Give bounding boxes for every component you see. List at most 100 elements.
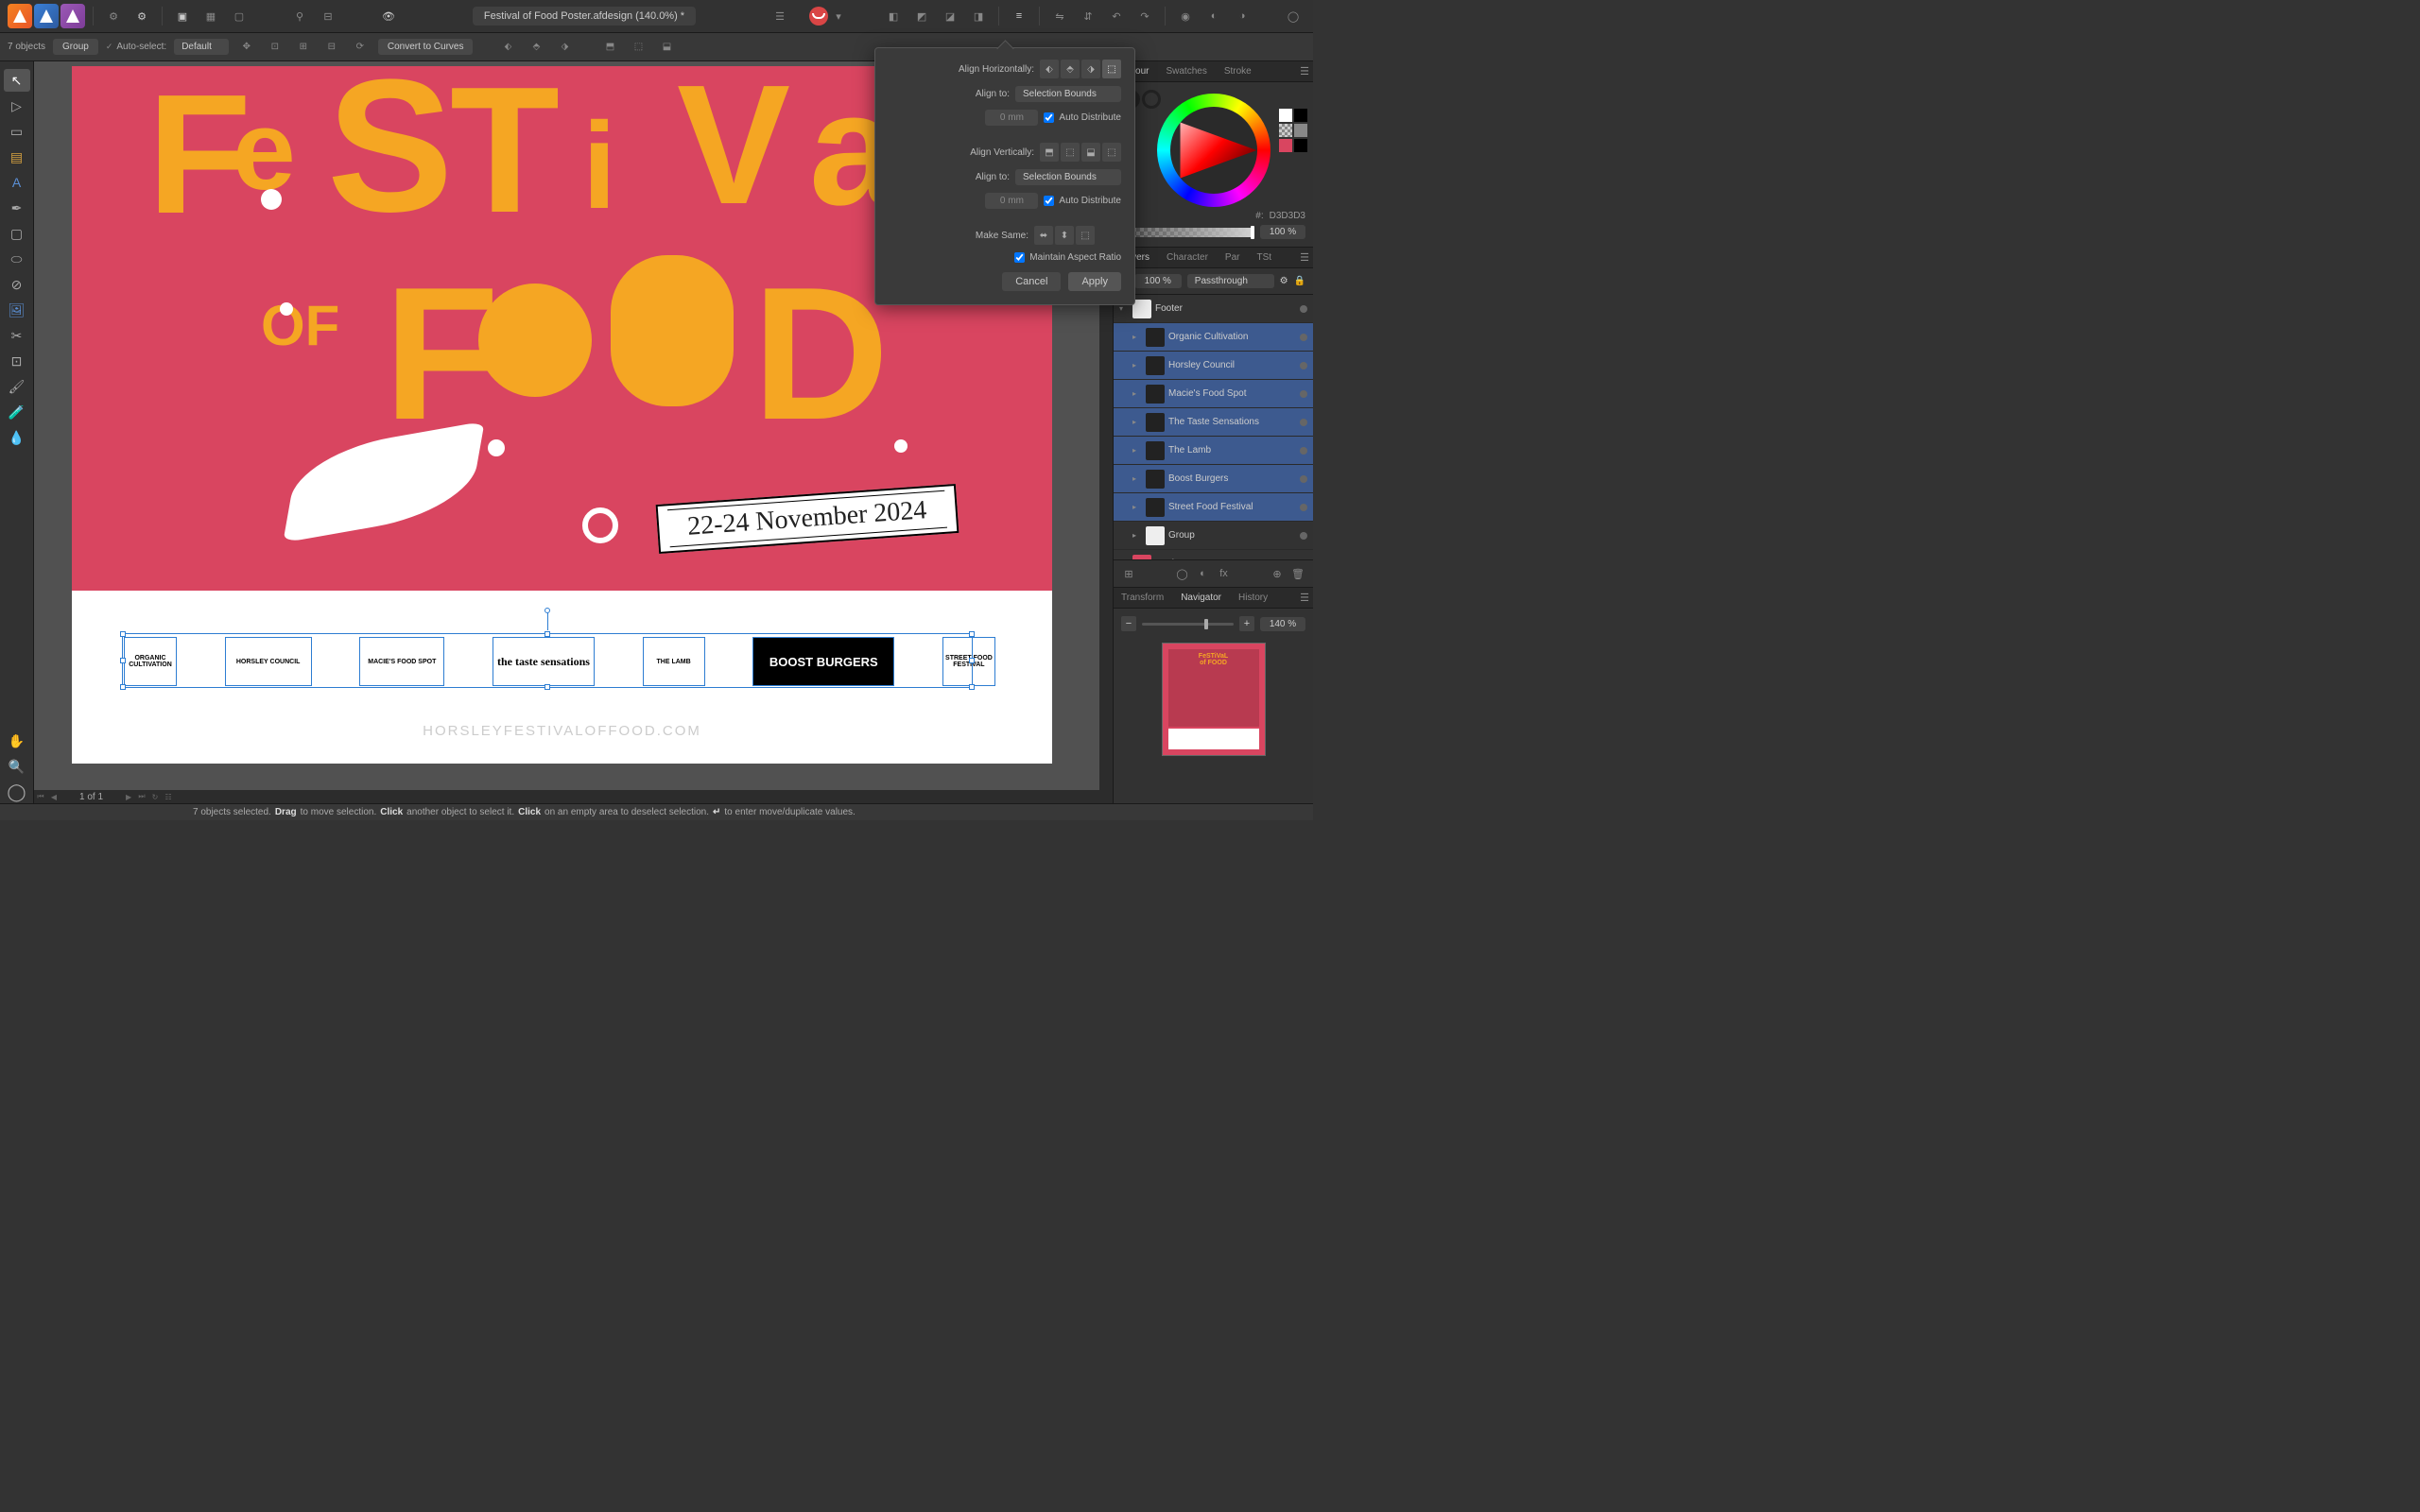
opacity-value[interactable]: 100 % (1260, 225, 1305, 239)
guides-icon[interactable]: ▢ (227, 4, 251, 28)
zoom-slider[interactable] (1142, 623, 1234, 626)
layer-row[interactable]: ▾Design (1114, 550, 1313, 559)
zoom-value[interactable]: 140 % (1260, 617, 1305, 631)
layer-row[interactable]: ▾Footer (1114, 295, 1313, 323)
panel-menu-icon[interactable]: ☰ (1300, 65, 1309, 77)
corner-tool[interactable]: ▤ (4, 146, 30, 168)
layer-visibility-icon[interactable] (1300, 390, 1307, 398)
align-top-icon[interactable]: ⬒ (1040, 143, 1059, 162)
arrange-front-icon[interactable]: ◨ (966, 4, 991, 28)
dropdown-icon[interactable]: ▾ (832, 4, 845, 28)
apply-button[interactable]: Apply (1068, 272, 1121, 291)
group-button[interactable]: Group (53, 39, 98, 55)
layer-visibility-icon[interactable] (1300, 504, 1307, 511)
tab-paragraph[interactable]: Par (1221, 250, 1244, 265)
style-select[interactable]: Default (174, 39, 229, 55)
record-icon[interactable] (809, 7, 828, 26)
swatch-tool[interactable]: ◯ (4, 781, 30, 803)
canvas-horizontal-scrollbar[interactable]: ⏮ ◀ 1 of 1 ▶ ⏭ ↻ ☷ (34, 790, 1113, 803)
logo-horsley[interactable]: HORSLEY COUNCIL (225, 637, 312, 686)
opacity-slider[interactable] (1121, 228, 1254, 237)
same-size-icon[interactable]: ⬚ (1076, 226, 1095, 245)
delete-layer-icon[interactable]: 🗑 (1290, 566, 1305, 581)
align-to-select[interactable]: Selection Bounds (1015, 86, 1121, 102)
panel-menu-icon[interactable]: ☰ (1300, 592, 1309, 604)
auto-distribute-h-checkbox[interactable]: Auto Distribute (1044, 112, 1121, 123)
convert-curves-button[interactable]: Convert to Curves (378, 39, 474, 55)
boolean-subtract-icon[interactable]: ◐ (1201, 4, 1226, 28)
tab-text-styles[interactable]: TSt (1253, 250, 1275, 265)
layer-row[interactable]: ▸Organic Cultivation (1114, 323, 1313, 352)
layer-row[interactable]: ▸Boost Burgers (1114, 465, 1313, 493)
layer-visibility-icon[interactable] (1300, 419, 1307, 426)
logo-organic[interactable]: ORGANIC CULTIVATION (124, 637, 177, 686)
panel-menu-icon[interactable]: ☰ (1300, 251, 1309, 264)
add-layer-icon[interactable]: ⊕ (1270, 566, 1285, 581)
designer-persona-icon[interactable] (8, 4, 32, 28)
layer-expand-icon[interactable]: ▸ (1132, 418, 1142, 426)
same-height-icon[interactable]: ⬍ (1055, 226, 1074, 245)
layer-expand-icon[interactable]: ▸ (1132, 389, 1142, 398)
align-icon[interactable]: ≡ (1007, 4, 1031, 28)
anchor-icon[interactable]: ⚲ (287, 4, 312, 28)
scroll-prev-icon[interactable]: ◀ (47, 790, 60, 803)
arrange-backward-icon[interactable]: ◩ (909, 4, 934, 28)
align-to-v-select[interactable]: Selection Bounds (1015, 169, 1121, 185)
swatch-grey[interactable] (1294, 124, 1307, 137)
colour-picker-tool[interactable]: 💧 (4, 426, 30, 449)
swatch-accent1[interactable] (1279, 139, 1292, 152)
layer-lock-icon[interactable]: 🔒 (1294, 276, 1305, 286)
shape-tool[interactable]: ⊘ (4, 273, 30, 296)
grid-icon[interactable]: ▦ (199, 4, 223, 28)
align-top-icon[interactable]: ⬒ (599, 37, 620, 58)
mask-layer-icon[interactable]: ◯ (1175, 566, 1190, 581)
swatch-accent2[interactable] (1294, 139, 1307, 152)
snapping-icon[interactable]: ▣ (170, 4, 195, 28)
hide-selection-icon[interactable]: ⊞ (293, 37, 314, 58)
navigator-preview[interactable]: FeSTiVaLof FOOD (1162, 643, 1266, 756)
arrange-forward-icon[interactable]: ◪ (938, 4, 962, 28)
align-bottom-icon[interactable]: ⬓ (656, 37, 677, 58)
auto-distribute-v-checkbox[interactable]: Auto Distribute (1044, 196, 1121, 206)
crop-tool[interactable]: ✂ (4, 324, 30, 347)
node-tool[interactable]: ▷ (4, 94, 30, 117)
layer-visibility-icon[interactable] (1300, 532, 1307, 540)
adjustment-icon[interactable]: ◐ (1196, 566, 1211, 581)
layer-visibility-icon[interactable] (1300, 362, 1307, 369)
layer-visibility-icon[interactable] (1300, 305, 1307, 313)
layer-row[interactable]: ▸Street Food Festival (1114, 493, 1313, 522)
align-middle-icon[interactable]: ⬚ (1061, 143, 1080, 162)
boolean-intersect-icon[interactable]: ◑ (1230, 4, 1254, 28)
layer-expand-icon[interactable]: ▸ (1132, 333, 1142, 341)
art-text-tool[interactable]: A (4, 171, 30, 194)
blend-mode-select[interactable]: Passthrough (1187, 274, 1274, 288)
layer-opacity-value[interactable]: 100 % (1134, 274, 1182, 288)
swatch-none[interactable] (1279, 124, 1292, 137)
logo-taste[interactable]: the taste sensations (493, 637, 595, 686)
move-tool[interactable]: ↖ (4, 69, 30, 92)
hex-value[interactable]: D3D3D3 (1270, 211, 1305, 221)
colour-wheel[interactable] (1157, 94, 1270, 207)
maintain-aspect-checkbox[interactable]: Maintain Aspect Ratio (1014, 252, 1121, 263)
tab-history[interactable]: History (1235, 591, 1271, 605)
stroke-swatch-icon[interactable] (1142, 90, 1161, 109)
lock-children-icon[interactable]: ⊟ (316, 4, 340, 28)
preferences-icon[interactable]: ⚙ (101, 4, 126, 28)
layer-row[interactable]: ▸The Lamb (1114, 437, 1313, 465)
v-offset-input[interactable]: 0 mm (985, 193, 1038, 209)
tab-navigator[interactable]: Navigator (1177, 591, 1225, 605)
rotate-view-icon[interactable]: ↻ (148, 790, 162, 803)
layer-visibility-icon[interactable] (1300, 334, 1307, 341)
rectangle-tool[interactable]: ▢ (4, 222, 30, 245)
zoom-out-button[interactable]: − (1121, 616, 1136, 631)
flip-v-icon[interactable]: ⇵ (1076, 4, 1100, 28)
auto-select-checkbox[interactable]: Auto-select: (106, 42, 166, 52)
align-center-h-icon[interactable]: ⬘ (526, 37, 546, 58)
arrange-back-icon[interactable]: ◧ (881, 4, 906, 28)
transform-mode-icon[interactable]: ⊟ (321, 37, 342, 58)
layer-row[interactable]: ▸The Taste Sensations (1114, 408, 1313, 437)
transform-origin-icon[interactable]: ✥ (236, 37, 257, 58)
zoom-tool[interactable]: 🔍 (4, 755, 30, 778)
show-rotation-icon[interactable]: ⊡ (265, 37, 285, 58)
layer-expand-icon[interactable]: ▸ (1132, 446, 1142, 455)
